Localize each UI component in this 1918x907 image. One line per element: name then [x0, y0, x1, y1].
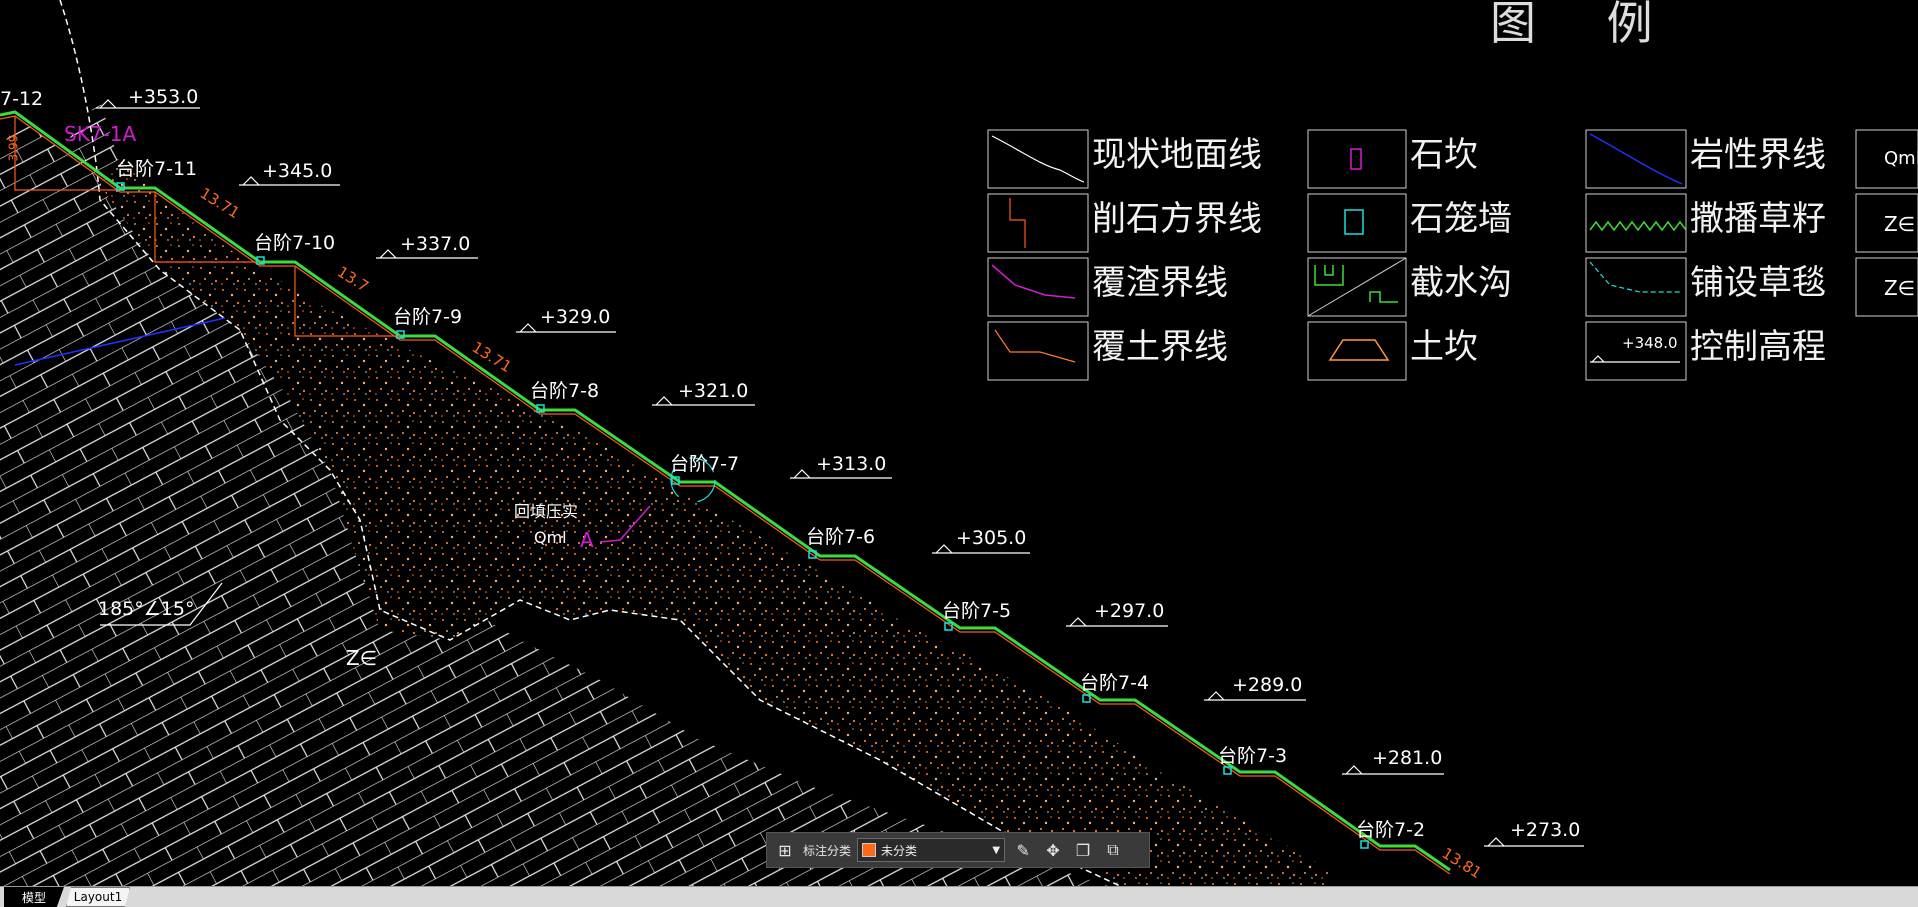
step-label-7-11: 台阶7-11: [116, 158, 198, 180]
step-label-7-10: 台阶7-10: [254, 232, 336, 254]
legend-slag-boundary: 覆渣界线: [1092, 263, 1228, 303]
step-label-7-7: 台阶7-7: [670, 453, 740, 475]
step-label-7-3: 台阶7-3: [1218, 745, 1288, 767]
legend-cut-boundary: 削石方界线: [1092, 199, 1262, 239]
paste-icon[interactable]: ⧉: [1101, 838, 1125, 862]
legend-rock-2: Z∈: [1884, 276, 1916, 300]
layout-tab-bar: 模型 Layout1: [0, 886, 1918, 907]
dimension-label-vertical: 3.99: [6, 134, 21, 162]
toolbar-category-label: 标注分类: [803, 843, 852, 858]
fill-note-label: 回填压实: [514, 502, 579, 521]
elevation-label-273: +273.0: [1510, 819, 1581, 841]
step-label-7-2: 台阶7-2: [1356, 819, 1426, 841]
elevation-label-289: +289.0: [1232, 674, 1303, 696]
step-label-7-8: 台阶7-8: [530, 380, 600, 402]
borehole-label: SK7-1A: [64, 122, 137, 146]
step-label-7-4: 台阶7-4: [1080, 672, 1150, 694]
dip-angle-label: 185°∠15°: [98, 598, 195, 620]
legend-rock-1: Z∈: [1884, 212, 1916, 236]
tab-model[interactable]: 模型: [4, 887, 64, 907]
annotation-toolbar: ⊞ 标注分类 未分类 ▼ ✎ ✥ ❐ ⧉: [766, 832, 1150, 868]
elevation-label-305: +305.0: [956, 527, 1027, 549]
elevation-label-321: +321.0: [678, 380, 749, 402]
elevation-label-337: +337.0: [400, 233, 471, 255]
legend-soil-ridge: 土坎: [1410, 327, 1478, 367]
move-icon[interactable]: ✥: [1041, 838, 1065, 862]
step-label-7-6: 台阶7-6: [806, 526, 876, 548]
step-label-7-12: 7-12: [0, 88, 44, 110]
legend-stone-ridge: 石坎: [1410, 135, 1478, 175]
legend-gabion-wall: 石笼墙: [1410, 199, 1512, 239]
point-a-label: A: [580, 528, 594, 552]
legend-lithology-boundary: 岩性界线: [1690, 135, 1826, 175]
legend-sample-elevation: +348.0: [1622, 334, 1678, 352]
step-label-7-9: 台阶7-9: [393, 306, 463, 328]
legend-title: 图 例: [1490, 0, 1681, 50]
legend-existing-ground: 现状地面线: [1092, 135, 1262, 175]
color-swatch: [862, 843, 877, 857]
legend-grass-blanket: 铺设草毯: [1690, 263, 1826, 303]
category-select-value: 未分类: [881, 843, 918, 858]
copy-icon[interactable]: ❐: [1071, 838, 1095, 862]
elevation-label-353: +353.0: [128, 86, 199, 108]
chevron-down-icon: ▼: [992, 844, 1001, 856]
tab-layout1[interactable]: Layout1: [66, 887, 130, 907]
legend-grass-seeding: 撒播草籽: [1690, 199, 1826, 239]
rock-unit-label: Z∈: [346, 646, 378, 670]
category-select[interactable]: 未分类 ▼: [857, 838, 1006, 862]
step-label-7-5: 台阶7-5: [942, 600, 1012, 622]
elevation-label-281: +281.0: [1372, 747, 1443, 769]
legend-control-elevation: 控制高程: [1690, 327, 1826, 367]
cad-drawing-canvas[interactable]: [0, 0, 1918, 906]
edit-icon[interactable]: ✎: [1011, 838, 1035, 862]
legend-qml: Qml: [1884, 148, 1918, 169]
legend-drainage-ditch: 截水沟: [1410, 263, 1512, 303]
elevation-label-329: +329.0: [540, 306, 611, 328]
elevation-label-313: +313.0: [816, 453, 887, 475]
fill-material-label: Qml: [534, 528, 567, 547]
elevation-label-345: +345.0: [262, 160, 333, 182]
legend-soil-boundary: 覆土界线: [1092, 327, 1228, 367]
grid-icon[interactable]: ⊞: [773, 838, 797, 862]
elevation-label-297: +297.0: [1094, 600, 1165, 622]
